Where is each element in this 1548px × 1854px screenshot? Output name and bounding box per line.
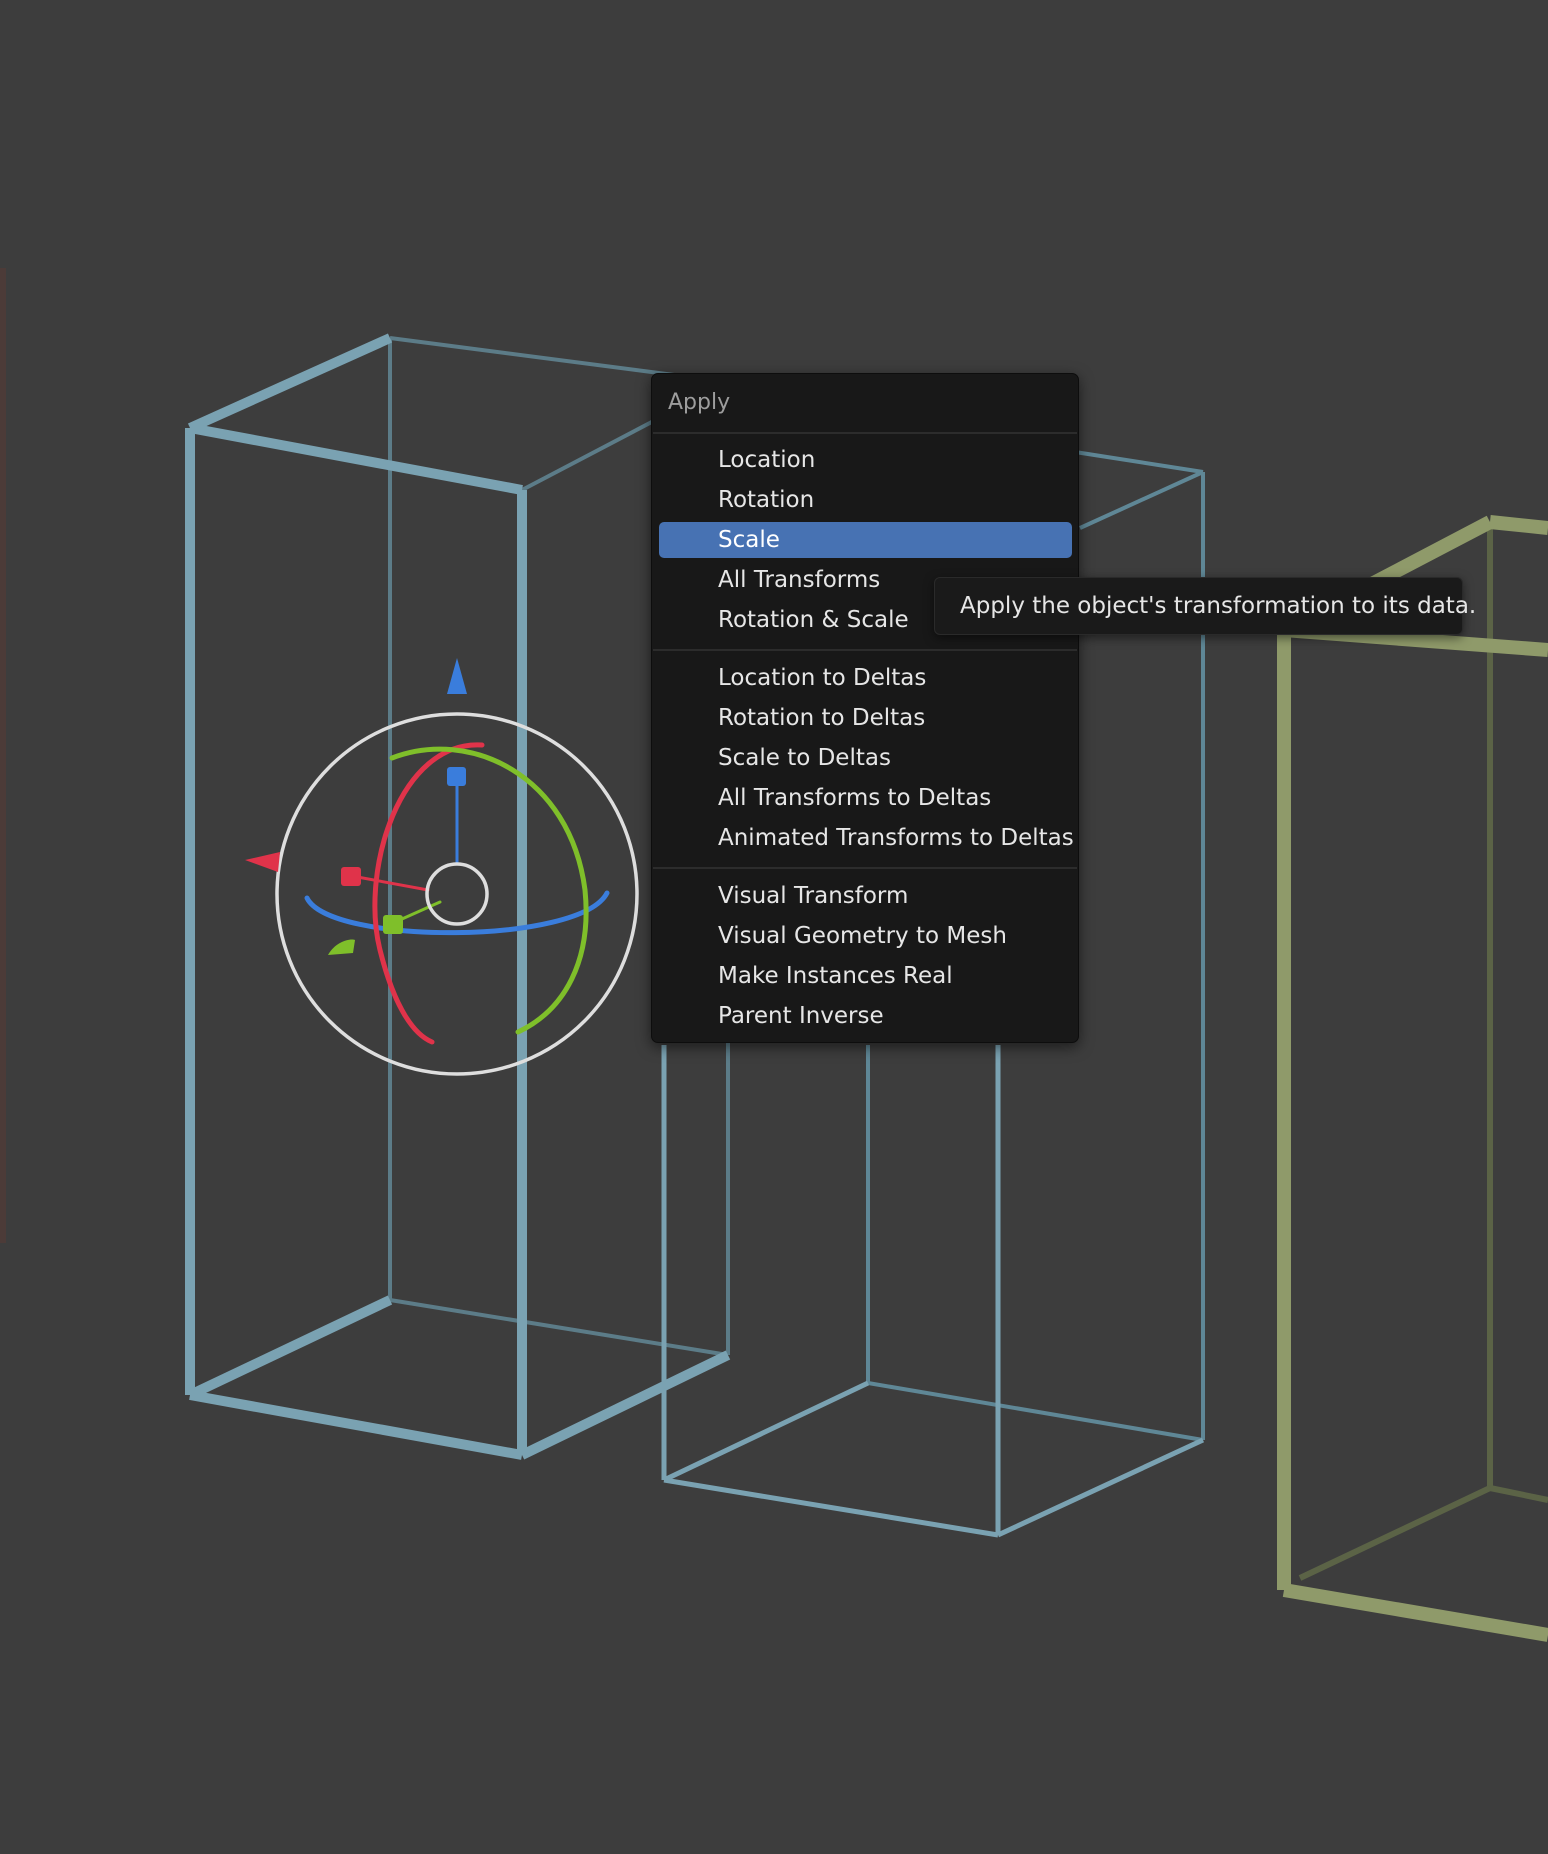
menu-separator [653, 432, 1077, 434]
menu-item-scale[interactable]: Scale [659, 522, 1072, 558]
menu-item-make-instances-real[interactable]: Make Instances Real [659, 958, 1072, 994]
scale-x-handle[interactable] [341, 867, 361, 886]
menu-separator [653, 649, 1077, 651]
offscreen-object-edge [0, 268, 6, 1243]
menu-item-location[interactable]: Location [659, 442, 1072, 478]
menu-separator [653, 867, 1077, 869]
view-move-circle[interactable] [425, 862, 489, 926]
menu-item-parent-inverse[interactable]: Parent Inverse [659, 998, 1072, 1034]
z-arrow-icon[interactable] [447, 658, 467, 694]
scale-z-handle[interactable] [447, 767, 466, 786]
menu-item-scale-to-deltas[interactable]: Scale to Deltas [659, 740, 1072, 776]
menu-item-rotation[interactable]: Rotation [659, 482, 1072, 518]
rotate-y-ring[interactable] [389, 746, 589, 1035]
menu-item-animated-transforms-to-deltas[interactable]: Animated Transforms to Deltas [659, 820, 1074, 856]
menu-item-visual-geometry-to-mesh[interactable]: Visual Geometry to Mesh [659, 918, 1072, 954]
menu-item-location-to-deltas[interactable]: Location to Deltas [659, 660, 1072, 696]
menu-title: Apply [668, 390, 731, 415]
y-arrow-icon[interactable] [328, 939, 355, 955]
menu-item-visual-transform[interactable]: Visual Transform [659, 878, 1072, 914]
scale-y-handle[interactable] [383, 915, 403, 934]
wireframe-box-selected-left[interactable] [185, 333, 731, 1460]
x-arrow-icon[interactable] [245, 852, 280, 872]
tooltip: Apply the object's transformation to its… [934, 577, 1476, 635]
rotate-z-ring[interactable] [304, 890, 610, 936]
menu-item-rotation-to-deltas[interactable]: Rotation to Deltas [659, 700, 1072, 736]
apply-menu: Apply Location Rotation Scale All Transf… [651, 373, 1079, 1043]
wireframe-box-unselected-right[interactable] [1277, 515, 1548, 1642]
transform-gizmo[interactable] [245, 658, 639, 1076]
menu-item-all-transforms-to-deltas[interactable]: All Transforms to Deltas [659, 780, 1072, 816]
